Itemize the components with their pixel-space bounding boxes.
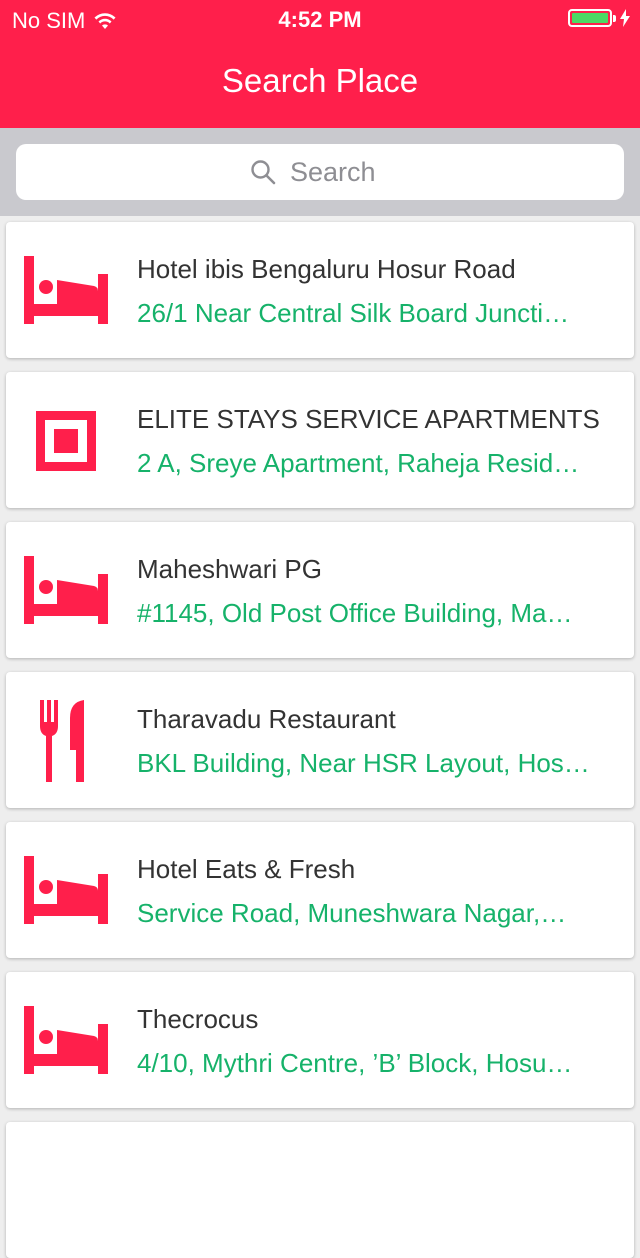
restaurant-icon [24,700,108,782]
place-name: Maheshwari PG [137,554,322,584]
list-item[interactable]: Hotel Eats & Fresh Service Road, Muneshw… [6,822,634,958]
list-item[interactable]: Tharavadu Restaurant BKL Building, Near … [6,672,634,808]
place-address: Service Road, Muneshwara Nagar,… [137,898,567,928]
place-name: Thecrocus [137,1004,259,1034]
search-bar-container [0,128,640,216]
battery-cap [613,14,616,22]
status-bar: No SIM 4:52 PM [0,0,640,40]
page-title: Search Place [221,62,419,99]
battery-level [572,13,608,23]
place-name: ELITE STAYS SERVICE APARTMENTS [137,404,600,434]
bed-icon [24,256,108,326]
bed-icon [24,856,108,926]
place-name: Tharavadu Restaurant [137,704,396,734]
place-address: 4/10, Mythri Centre, ’B’ Block, Hosu… [137,1048,573,1078]
list-item[interactable] [6,1122,634,1258]
bed-icon [24,1006,108,1076]
list-item[interactable]: Hotel ibis Bengaluru Hosur Road 26/1 Nea… [6,222,634,358]
search-icon [251,160,276,185]
list-item[interactable]: Maheshwari PG #1145, Old Post Office Bui… [6,522,634,658]
place-address: 2 A, Sreye Apartment, Raheja Resid… [137,448,580,478]
status-time: 4:52 PM [278,7,362,32]
place-name: Hotel Eats & Fresh [137,854,356,884]
charging-bolt-icon [620,9,630,27]
place-address: 26/1 Near Central Silk Board Juncti… [137,298,570,328]
list-item[interactable]: ELITE STAYS SERVICE APARTMENTS 2 A, Srey… [6,372,634,508]
place-name: Hotel ibis Bengaluru Hosur Road [137,254,516,284]
place-address: BKL Building, Near HSR Layout, Hos… [137,748,590,778]
header-bar: No SIM 4:52 PM Search Place [0,0,640,128]
battery-icon [568,9,612,27]
square-icon [24,406,108,476]
battery-status [568,9,630,27]
place-address: #1145, Old Post Office Building, Ma… [137,598,573,628]
search-input[interactable] [290,156,390,188]
bed-icon [24,556,108,626]
search-field[interactable] [16,144,624,200]
list-item[interactable]: Thecrocus 4/10, Mythri Centre, ’B’ Block… [6,972,634,1108]
